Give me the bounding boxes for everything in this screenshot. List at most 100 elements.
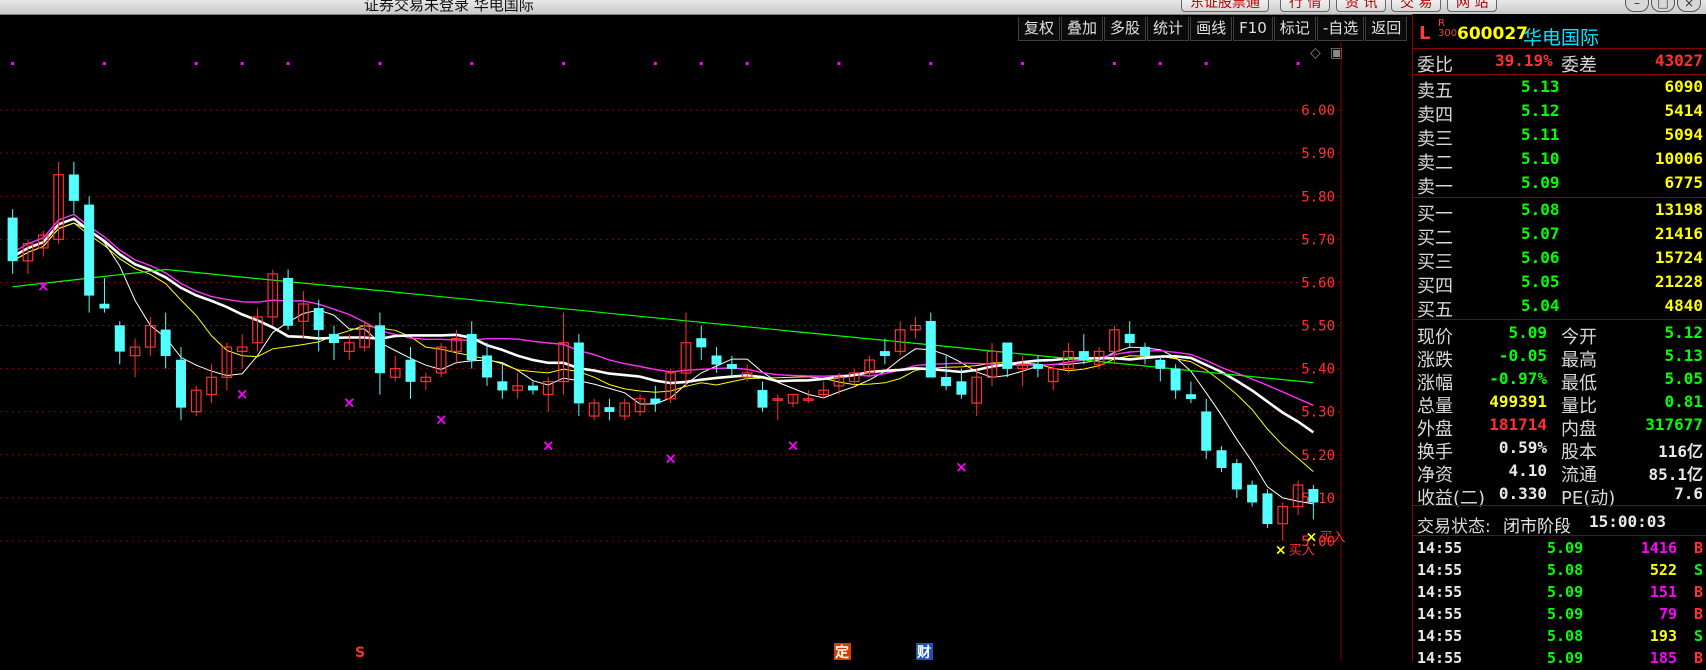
tick-time: 14:55 — [1417, 583, 1463, 601]
level-volume: 5414 — [1664, 101, 1703, 120]
level-price: 5.10 — [1521, 149, 1560, 168]
quote-value: 317677 — [1645, 415, 1703, 434]
quote-value: 0.81 — [1664, 392, 1703, 411]
cross-marker-icon: × — [343, 393, 356, 411]
ma60-line — [12, 268, 1314, 384]
ask-row[interactable]: 卖五 5.13 6090 — [1413, 76, 1706, 102]
bid-row[interactable]: 买三 5.06 15724 — [1413, 247, 1706, 273]
candle-body — [527, 385, 538, 391]
tick-time: 14:55 — [1417, 649, 1463, 667]
tick-volume: 79 — [1658, 605, 1677, 623]
tab-dongzheng[interactable]: 东证股票通 — [1181, 0, 1269, 12]
level-volume: 13198 — [1654, 200, 1703, 219]
ask-row[interactable]: 卖二 5.10 10006 — [1413, 148, 1706, 174]
f10-button[interactable]: F10 — [1233, 17, 1273, 41]
remove-watchlist-button[interactable]: -自选 — [1316, 17, 1365, 41]
maximize-icon[interactable]: □ — [1651, 0, 1675, 12]
bid-row[interactable]: 买五 5.04 4840 — [1413, 295, 1706, 321]
level-volume: 6090 — [1664, 77, 1703, 96]
candle-body — [283, 277, 294, 326]
minimize-icon[interactable]: – — [1625, 0, 1649, 12]
multi-stock-button[interactable]: 多股 — [1104, 17, 1147, 41]
candle-body — [7, 217, 18, 262]
buy-signal-label: 买入 — [1319, 531, 1345, 546]
divider — [1413, 48, 1706, 49]
bid-row[interactable]: 买一 5.08 13198 — [1413, 199, 1706, 225]
level-volume: 5094 — [1664, 125, 1703, 144]
tick-side: S — [1693, 561, 1703, 579]
chart-toolbar: 复权 叠加 多股 统计 画线 F10 标记 -自选 返回 — [1018, 17, 1408, 41]
event-marker-cai: 财 — [916, 644, 931, 661]
tick-row: 14:55 5.09 1416 B — [1413, 538, 1706, 560]
tab-quotes[interactable]: 行 情 — [1280, 0, 1331, 12]
ask-row[interactable]: 卖三 5.11 5094 — [1413, 124, 1706, 150]
tab-website[interactable]: 网 站 — [1447, 0, 1498, 12]
signal-dot — [837, 62, 841, 65]
candle-body — [1216, 450, 1227, 468]
trade-status-label: 交易状态: — [1417, 517, 1491, 537]
cross-marker-icon: × — [236, 385, 249, 403]
window-titlebar: 证券交易未登录 华电国际 东证股票通 行 情 资 讯 交 易 网 站 – □ × — [0, 0, 1706, 15]
bid-row[interactable]: 买四 5.05 21228 — [1413, 271, 1706, 297]
price-tick-label: 5.30 — [1301, 405, 1335, 421]
candle-body — [1247, 484, 1258, 503]
level-price: 5.11 — [1521, 125, 1560, 144]
index-tag-bottom: 300 — [1438, 28, 1458, 39]
order-ratio-row: 委比 39.19% 委差 43027 — [1413, 50, 1706, 76]
bid-row[interactable]: 买二 5.07 21416 — [1413, 223, 1706, 249]
divider — [1413, 197, 1706, 198]
quote-value: 5.13 — [1664, 346, 1703, 365]
event-marker-s: S — [355, 645, 365, 661]
candle-body — [405, 359, 416, 382]
kline-chart[interactable]: ◇ ▣ 6.00 5.90 5.80 5.70 5.60 5.50 5.40 5.30 5.20… — [0, 42, 1351, 661]
tab-trade[interactable]: 交 易 — [1391, 0, 1442, 12]
tick-volume: 193 — [1649, 627, 1677, 645]
quote-label: PE(动) — [1561, 488, 1616, 509]
close-icon[interactable]: × — [1677, 0, 1701, 12]
tick-side: B — [1693, 605, 1703, 623]
candle-body — [160, 329, 171, 356]
level-volume: 4840 — [1664, 296, 1703, 315]
divider — [1413, 535, 1706, 536]
signal-dot — [1158, 62, 1162, 65]
candle-body — [696, 338, 707, 348]
level-volume: 6775 — [1664, 173, 1703, 192]
quote-row: 涨幅 -0.97% 最低 5.05 — [1413, 368, 1706, 394]
quote-value: 4.10 — [1508, 461, 1547, 480]
candle-body — [1140, 346, 1151, 356]
diff-value: 43027 — [1654, 51, 1703, 70]
candle-body — [175, 359, 186, 408]
quote-value: 7.6 — [1674, 484, 1703, 503]
ask-row[interactable]: 卖四 5.12 5414 — [1413, 100, 1706, 126]
candle-body — [374, 325, 385, 374]
level-price: 5.13 — [1521, 77, 1560, 96]
candle-body — [1155, 359, 1166, 369]
tick-price: 5.09 — [1547, 583, 1584, 601]
draw-line-button[interactable]: 画线 — [1190, 17, 1233, 41]
tab-news[interactable]: 资 讯 — [1336, 0, 1387, 12]
candle-body — [757, 389, 768, 408]
signal-dot — [11, 62, 15, 65]
quote-row: 净资 4.10 流通 85.1亿 — [1413, 460, 1706, 486]
kline-chart-svg[interactable]: ◇ ▣ 6.005.905.805.705.605.505.405.305.20… — [0, 42, 1351, 661]
candle-body — [1170, 368, 1181, 391]
level-price: 5.07 — [1521, 224, 1560, 243]
level-volume: 10006 — [1654, 149, 1703, 168]
quote-row: 外盘 181714 内盘 317677 — [1413, 414, 1706, 440]
mark-button[interactable]: 标记 — [1273, 17, 1316, 41]
restore-rights-button[interactable]: 复权 — [1018, 17, 1061, 41]
tick-side: S — [1693, 627, 1703, 645]
tick-side: B — [1693, 583, 1703, 601]
ask-row[interactable]: 卖一 5.09 6775 — [1413, 172, 1706, 198]
candle-body — [879, 351, 890, 356]
ma10-line — [12, 222, 1314, 472]
candle-body — [941, 376, 952, 387]
overlay-button[interactable]: 叠加 — [1061, 17, 1104, 41]
candle-body — [84, 204, 95, 296]
signal-dot — [240, 62, 244, 65]
back-button[interactable]: 返回 — [1365, 17, 1408, 41]
signal-dot — [194, 62, 198, 65]
price-tick-label: 5.50 — [1301, 319, 1335, 335]
diamond-icon[interactable]: ◇ — [1310, 45, 1321, 61]
statistics-button[interactable]: 统计 — [1147, 17, 1190, 41]
